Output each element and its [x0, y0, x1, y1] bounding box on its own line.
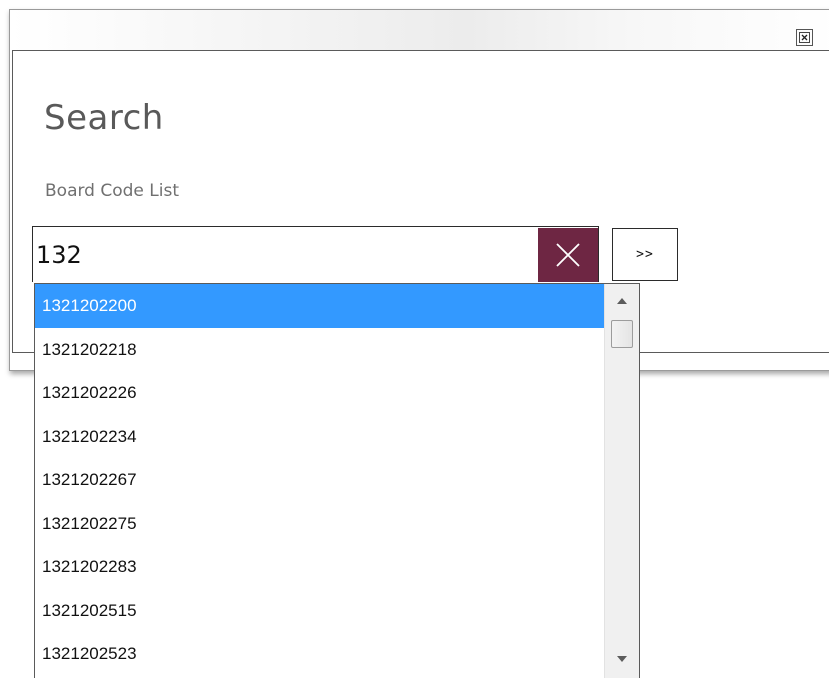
x-icon [556, 243, 580, 267]
dropdown-option[interactable]: 1321202283 [35, 545, 604, 589]
board-code-dropdown: 1321202200 1321202218 1321202226 1321202234… [34, 283, 640, 678]
dropdown-option[interactable]: 1321202523 [35, 632, 604, 676]
board-code-combobox[interactable] [32, 226, 599, 282]
board-code-search-input[interactable] [36, 237, 531, 273]
stage: Search Board Code List >> 13212022001321… [0, 0, 829, 678]
dropdown-option[interactable]: 1321202515 [35, 589, 604, 633]
scroll-thumb[interactable] [611, 320, 633, 348]
scroll-down-arrow-icon [617, 656, 627, 662]
dropdown-option[interactable]: 1321202275 [35, 502, 604, 546]
scroll-up-arrow-icon [617, 298, 627, 304]
dropdown-option[interactable]: 1321202234 [35, 415, 604, 459]
board-code-label: Board Code List [45, 181, 180, 201]
close-box-icon [799, 32, 810, 43]
dropdown-option[interactable]: 1321202218 [35, 328, 604, 372]
scroll-up-button[interactable] [605, 286, 639, 316]
close-button[interactable] [796, 29, 813, 46]
scroll-down-button[interactable] [605, 644, 639, 674]
dropdown-option[interactable]: 1321202267 [35, 458, 604, 502]
go-button[interactable]: >> [612, 228, 678, 281]
page-title: Search [44, 98, 164, 138]
dropdown-scrollbar[interactable] [604, 284, 639, 678]
dropdown-option[interactable]: 1321202200 [35, 284, 604, 328]
dropdown-list: 1321202200 1321202218 1321202226 1321202234… [35, 284, 604, 676]
clear-search-button[interactable] [538, 228, 598, 282]
dropdown-option[interactable]: 1321202226 [35, 371, 604, 415]
